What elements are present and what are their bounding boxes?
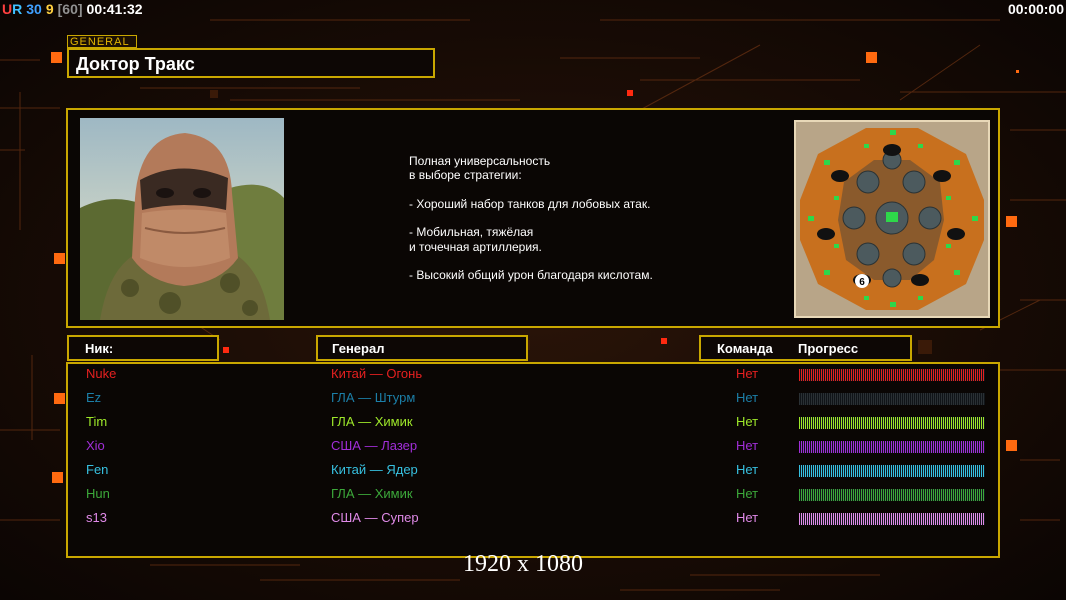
player-row: Tim ГЛА — Химик Нет: [0, 414, 1066, 434]
player-row: Nuke Китай — Огонь Нет: [0, 366, 1066, 386]
hud-item: [60]: [57, 1, 83, 17]
player-team: Нет: [736, 510, 759, 525]
player-row: Fen Китай — Ядер Нет: [0, 462, 1066, 482]
general-header: Генерал: [316, 335, 528, 361]
player-general: ГЛА — Химик: [331, 414, 413, 429]
player-progress-bar: [799, 369, 985, 381]
player-progress-bar: [799, 393, 985, 405]
player-nick: Xio: [86, 438, 105, 453]
player-team: Нет: [736, 438, 759, 453]
general-header-label: Генерал: [332, 341, 385, 356]
player-team: Нет: [736, 414, 759, 429]
player-nick: s13: [86, 510, 107, 525]
player-general: Китай — Ядер: [331, 462, 418, 477]
fps-counter: UR 30 9 [60] 00:41:32: [2, 1, 147, 17]
player-row: Ez ГЛА — Штурм Нет: [0, 390, 1066, 410]
nick-header-label: Ник:: [85, 341, 114, 356]
match-timer: 00:00:00: [1007, 1, 1064, 17]
resolution-label: 1920 x 1080: [463, 551, 583, 577]
player-nick: Nuke: [86, 366, 117, 381]
player-general: ГЛА — Штурм: [331, 390, 416, 405]
nick-header: Ник:: [67, 335, 219, 361]
hud-item: R: [12, 1, 23, 17]
general-portrait: [80, 118, 284, 320]
start-position-badge: 6: [859, 277, 865, 288]
player-general: США — Супер: [331, 510, 419, 525]
general-name-box: Доктор Тракс: [67, 48, 435, 78]
player-general: США — Лазер: [331, 438, 418, 453]
hud-item: 9: [45, 1, 54, 17]
player-progress-bar: [799, 489, 985, 501]
team-progress-header: Команда Прогресс: [699, 335, 912, 361]
player-nick: Hun: [86, 486, 110, 501]
player-progress-bar: [799, 417, 985, 429]
player-progress-bar: [799, 465, 985, 477]
player-progress-bar: [799, 513, 985, 525]
hud-item: U: [2, 1, 13, 17]
player-row: Xio США — Лазер Нет: [0, 438, 1066, 458]
player-team: Нет: [736, 462, 759, 477]
general-name: Доктор Тракс: [76, 54, 195, 74]
player-team: Нет: [736, 366, 759, 381]
player-nick: Tim: [86, 414, 108, 429]
player-row: s13 США — Супер Нет: [0, 510, 1066, 530]
player-general: Китай — Огонь: [331, 366, 423, 381]
general-description: Полная универсальность в выборе стратеги…: [409, 154, 653, 283]
map-preview: 6: [794, 120, 990, 318]
player-row: Hun ГЛА — Химик Нет: [0, 486, 1066, 506]
progress-header-label: Прогресс: [798, 341, 859, 356]
player-team: Нет: [736, 486, 759, 501]
player-team: Нет: [736, 390, 759, 405]
team-header-label: Команда: [717, 341, 773, 356]
hud-item: 00:41:32: [86, 1, 143, 17]
player-nick: Fen: [86, 462, 109, 477]
general-tag: GENERAL: [67, 35, 137, 48]
hud-item: 30: [26, 1, 42, 17]
player-nick: Ez: [86, 390, 102, 405]
player-progress-bar: [799, 441, 985, 453]
player-general: ГЛА — Химик: [331, 486, 413, 501]
